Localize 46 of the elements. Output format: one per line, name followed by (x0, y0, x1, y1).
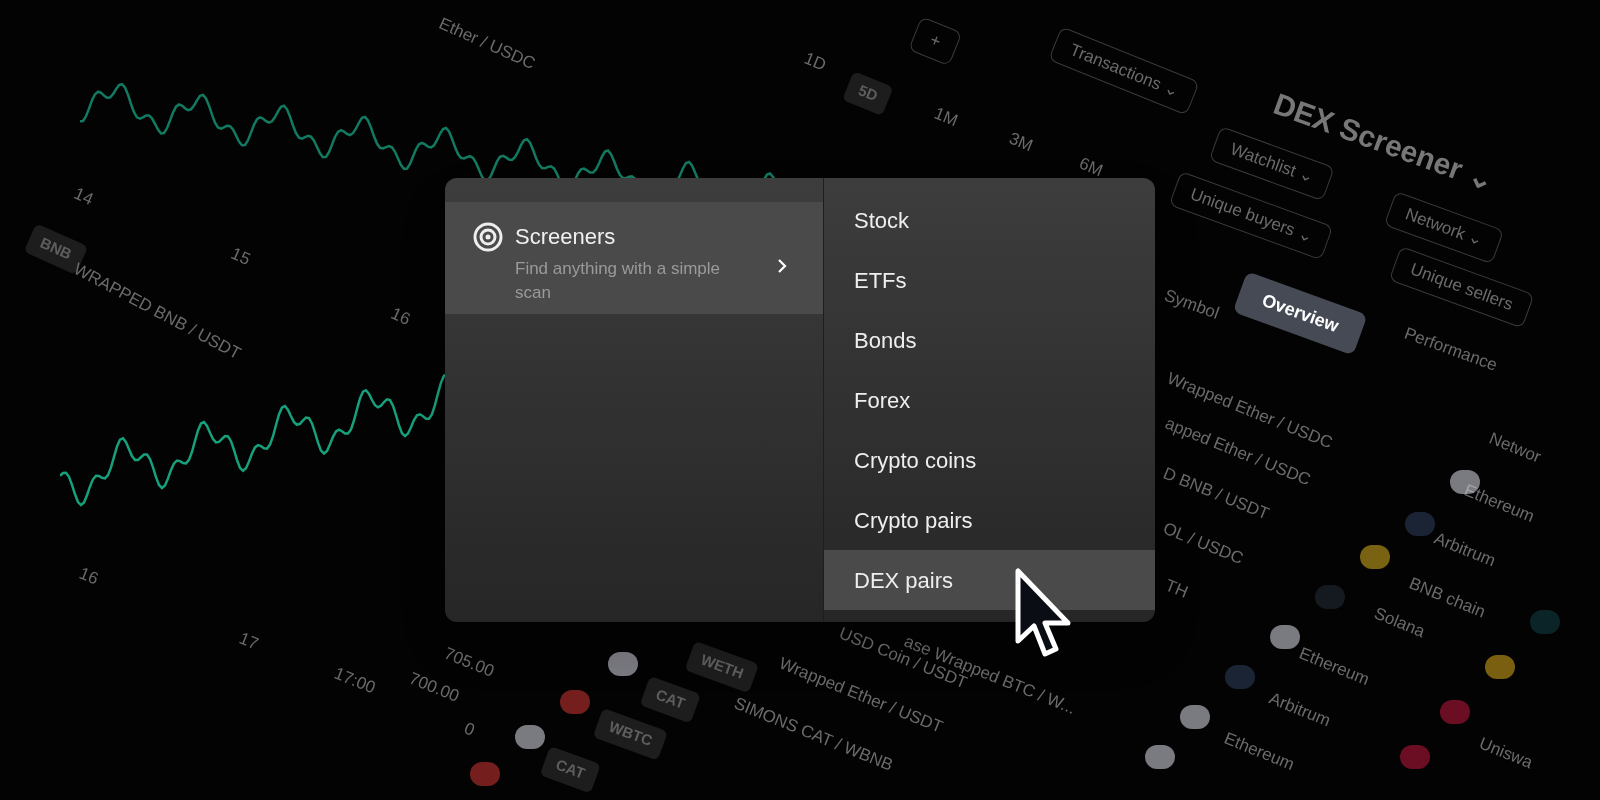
menu-item[interactable]: Forex (824, 370, 1155, 430)
category-title: Screeners (515, 223, 617, 251)
background-label: 16 (387, 302, 415, 331)
menu-item[interactable]: Crypto pairs (824, 490, 1155, 550)
coin-icon (1360, 545, 1390, 569)
coin-icon (1400, 745, 1430, 769)
category-subtitle: Find anything with a simple scan (515, 258, 722, 304)
chevron-right-icon (777, 258, 787, 274)
coin-icon (470, 762, 500, 786)
token-badge[interactable]: WBTC (592, 707, 669, 761)
target-icon (473, 222, 503, 252)
background-label: 17:00 (330, 662, 380, 700)
coin-icon (1225, 665, 1255, 689)
background-label: OL / USDC (1159, 518, 1247, 570)
coin-icon (1270, 625, 1300, 649)
background-label: 1M (930, 102, 962, 133)
coin-icon (608, 652, 638, 676)
token-badge[interactable]: CAT (539, 745, 601, 793)
coin-icon (1405, 512, 1435, 536)
menu-item[interactable]: Crypto coins (824, 430, 1155, 490)
background-label: 0 (460, 717, 479, 742)
coin-icon (1485, 655, 1515, 679)
menu-item[interactable]: Stock (824, 190, 1155, 250)
token-badge[interactable]: 5D (842, 71, 894, 116)
coin-icon (515, 725, 545, 749)
background-label: 16 (75, 562, 103, 591)
token-badge[interactable]: WETH (684, 640, 760, 693)
coin-icon (1180, 705, 1210, 729)
background-label: 15 (227, 242, 255, 271)
background-label: 17 (235, 627, 263, 656)
background-label: BNB chain (1406, 572, 1490, 622)
menu-item[interactable]: DEX pairs (824, 550, 1155, 610)
coin-icon (1530, 610, 1560, 634)
coin-icon (560, 690, 590, 714)
background-label: 3M (1005, 127, 1037, 158)
background-label: 1D (800, 47, 830, 77)
coin-icon (1145, 745, 1175, 769)
background-label: 14 (70, 182, 98, 211)
category-item[interactable]: Screeners Find anything with a simple scan (445, 202, 823, 314)
background-label: TH (1161, 574, 1192, 604)
coin-icon (1315, 585, 1345, 609)
token-badge[interactable]: CAT (639, 675, 701, 723)
menu-item[interactable]: ETFs (824, 250, 1155, 310)
background-label: 6M (1075, 152, 1107, 183)
coin-icon (1440, 700, 1470, 724)
menu-item[interactable]: Bonds (824, 310, 1155, 370)
